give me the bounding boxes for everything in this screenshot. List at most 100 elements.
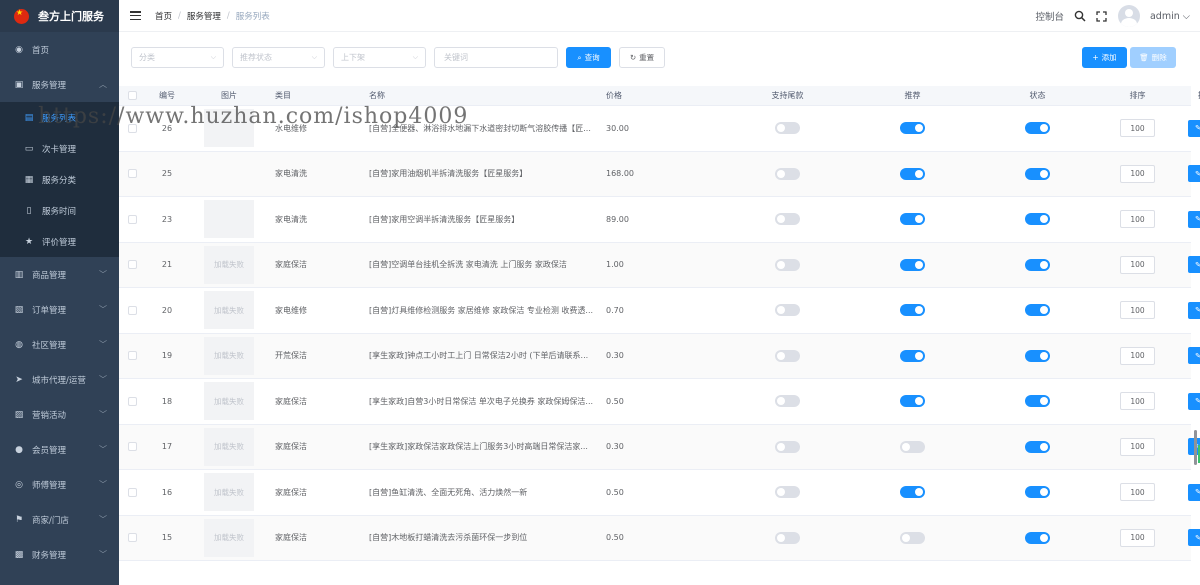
shelf-select[interactable]: 上下架 ⌵ xyxy=(333,47,426,68)
tail-payment-switch[interactable] xyxy=(775,440,800,453)
worker-icon: ◎ xyxy=(15,479,23,490)
col-id: 编号 xyxy=(159,91,175,100)
status-switch[interactable] xyxy=(1025,395,1050,408)
sidebar-subitem-label: 服务分类 xyxy=(42,175,77,186)
tail-payment-switch[interactable] xyxy=(775,122,800,135)
recommend-select[interactable]: 推荐状态 ⌵ xyxy=(232,47,325,68)
table-row: 17 加载失败 家庭保洁 [享生家政]家政保洁家政保洁上门服务3小时高端日常保洁家..… xyxy=(119,424,1200,470)
tail-payment-switch[interactable] xyxy=(775,213,800,226)
row-checkbox[interactable] xyxy=(119,396,145,406)
row-checkbox[interactable] xyxy=(119,260,145,270)
row-checkbox[interactable] xyxy=(119,169,145,179)
breadcrumb-service-mgmt[interactable]: 服务管理 xyxy=(187,10,221,22)
tail-payment-switch[interactable] xyxy=(775,486,800,499)
sidebar-item[interactable]: ▨ 营销活动 ﹀ xyxy=(0,397,119,432)
sort-input[interactable]: 100 xyxy=(1120,210,1155,229)
recommend-switch[interactable] xyxy=(900,304,925,317)
recommend-switch[interactable] xyxy=(900,440,925,453)
edit-button[interactable]: ✎修改 xyxy=(1188,210,1200,228)
recommend-switch[interactable] xyxy=(900,395,925,408)
edit-button[interactable]: ✎修改 xyxy=(1188,529,1200,547)
status-switch[interactable] xyxy=(1025,213,1050,226)
tail-payment-switch[interactable] xyxy=(775,258,800,271)
sidebar-subitem[interactable]: ▦ 服务分类 xyxy=(0,164,119,195)
edit-button[interactable]: ✎修改 xyxy=(1188,165,1200,183)
row-checkbox[interactable] xyxy=(119,305,145,315)
breadcrumb-home[interactable]: 首页 xyxy=(155,10,172,22)
tail-payment-switch[interactable] xyxy=(775,167,800,180)
sort-input[interactable]: 100 xyxy=(1120,346,1155,365)
recommend-switch[interactable] xyxy=(900,349,925,362)
sidebar-item[interactable]: ● 会员管理 ﹀ xyxy=(0,432,119,467)
sort-input[interactable]: 100 xyxy=(1120,255,1155,274)
keyword-placeholder: 关键词 xyxy=(444,53,468,62)
sort-input[interactable]: 100 xyxy=(1120,483,1155,502)
keyword-input[interactable]: 关键词 xyxy=(434,47,558,68)
scrollbar-thumb[interactable] xyxy=(1194,430,1197,465)
tail-payment-switch[interactable] xyxy=(775,531,800,544)
status-switch[interactable] xyxy=(1025,122,1050,135)
status-switch[interactable] xyxy=(1025,531,1050,544)
reset-button[interactable]: ↻ 重置 xyxy=(619,47,665,68)
status-switch[interactable] xyxy=(1025,258,1050,271)
row-checkbox[interactable] xyxy=(119,442,145,452)
sidebar-item[interactable]: ◎ 师傅管理 ﹀ xyxy=(0,467,119,502)
sidebar-item[interactable]: ◍ 社区管理 ﹀ xyxy=(0,327,119,362)
sidebar-item[interactable]: ▧ 订单管理 ﹀ xyxy=(0,292,119,327)
recommend-switch[interactable] xyxy=(900,258,925,271)
sidebar-item[interactable]: ◉ 首页 xyxy=(0,32,119,67)
sidebar-item[interactable]: ▥ 商品管理 ﹀ xyxy=(0,257,119,292)
sidebar-item[interactable]: ▣ 服务管理 ︿ xyxy=(0,67,119,102)
avatar[interactable] xyxy=(1117,5,1140,27)
search-button[interactable]: ⌕ 查询 xyxy=(566,47,611,68)
cell-recommend xyxy=(850,440,975,453)
tail-payment-switch[interactable] xyxy=(775,395,800,408)
edit-button[interactable]: ✎修改 xyxy=(1188,347,1200,365)
add-button[interactable]: + 添加 xyxy=(1082,47,1127,68)
select-all-checkbox[interactable] xyxy=(119,91,145,100)
recommend-switch[interactable] xyxy=(900,122,925,135)
sort-input[interactable]: 100 xyxy=(1120,119,1155,138)
row-checkbox[interactable] xyxy=(119,214,145,224)
status-switch[interactable] xyxy=(1025,304,1050,317)
edit-button[interactable]: ✎修改 xyxy=(1188,119,1200,137)
recommend-switch[interactable] xyxy=(900,213,925,226)
category-select[interactable]: 分类 ⌵ xyxy=(131,47,224,68)
sidebar-item[interactable]: ▩ 财务管理 ﹀ xyxy=(0,537,119,572)
tail-payment-switch[interactable] xyxy=(775,349,800,362)
menu-toggle-icon[interactable] xyxy=(130,11,141,20)
recommend-switch[interactable] xyxy=(900,486,925,499)
status-switch[interactable] xyxy=(1025,486,1050,499)
delete-button[interactable]: 🗑 删除 xyxy=(1130,47,1176,68)
sidebar-item[interactable]: ⚑ 商家/门店 ﹀ xyxy=(0,502,119,537)
console-link[interactable]: 控制台 xyxy=(1035,9,1064,23)
sort-input[interactable]: 100 xyxy=(1120,392,1155,411)
sidebar-item[interactable]: ➤ 城市代理/运营 ﹀ xyxy=(0,362,119,397)
status-switch[interactable] xyxy=(1025,349,1050,362)
edit-button[interactable]: ✎修改 xyxy=(1188,256,1200,274)
finance-icon: ▩ xyxy=(14,549,24,560)
cell-category: 家庭保洁 xyxy=(275,533,307,543)
sort-input[interactable]: 100 xyxy=(1120,437,1155,456)
cell-category: 家电维修 xyxy=(275,305,307,315)
row-checkbox[interactable] xyxy=(119,487,145,497)
sidebar-subitem[interactable]: ▭ 次卡管理 xyxy=(0,133,119,164)
sidebar-subitem[interactable]: ▯ 服务时间 xyxy=(0,195,119,226)
sort-input[interactable]: 100 xyxy=(1120,164,1155,183)
edit-button[interactable]: ✎修改 xyxy=(1188,483,1200,501)
row-checkbox[interactable] xyxy=(119,351,145,361)
tail-payment-switch[interactable] xyxy=(775,304,800,317)
sort-input[interactable]: 100 xyxy=(1120,301,1155,320)
edit-button[interactable]: ✎修改 xyxy=(1188,392,1200,410)
status-switch[interactable] xyxy=(1025,167,1050,180)
status-switch[interactable] xyxy=(1025,440,1050,453)
recommend-switch[interactable] xyxy=(900,531,925,544)
row-checkbox[interactable] xyxy=(119,533,145,543)
sidebar-subitem[interactable]: ★ 评价管理 xyxy=(0,226,119,257)
user-menu[interactable]: admin ⌵ xyxy=(1150,11,1190,22)
fullscreen-icon[interactable] xyxy=(1096,10,1108,22)
edit-button[interactable]: ✎修改 xyxy=(1188,301,1200,319)
search-icon[interactable] xyxy=(1074,10,1086,22)
sort-input[interactable]: 100 xyxy=(1120,528,1155,547)
recommend-switch[interactable] xyxy=(900,167,925,180)
